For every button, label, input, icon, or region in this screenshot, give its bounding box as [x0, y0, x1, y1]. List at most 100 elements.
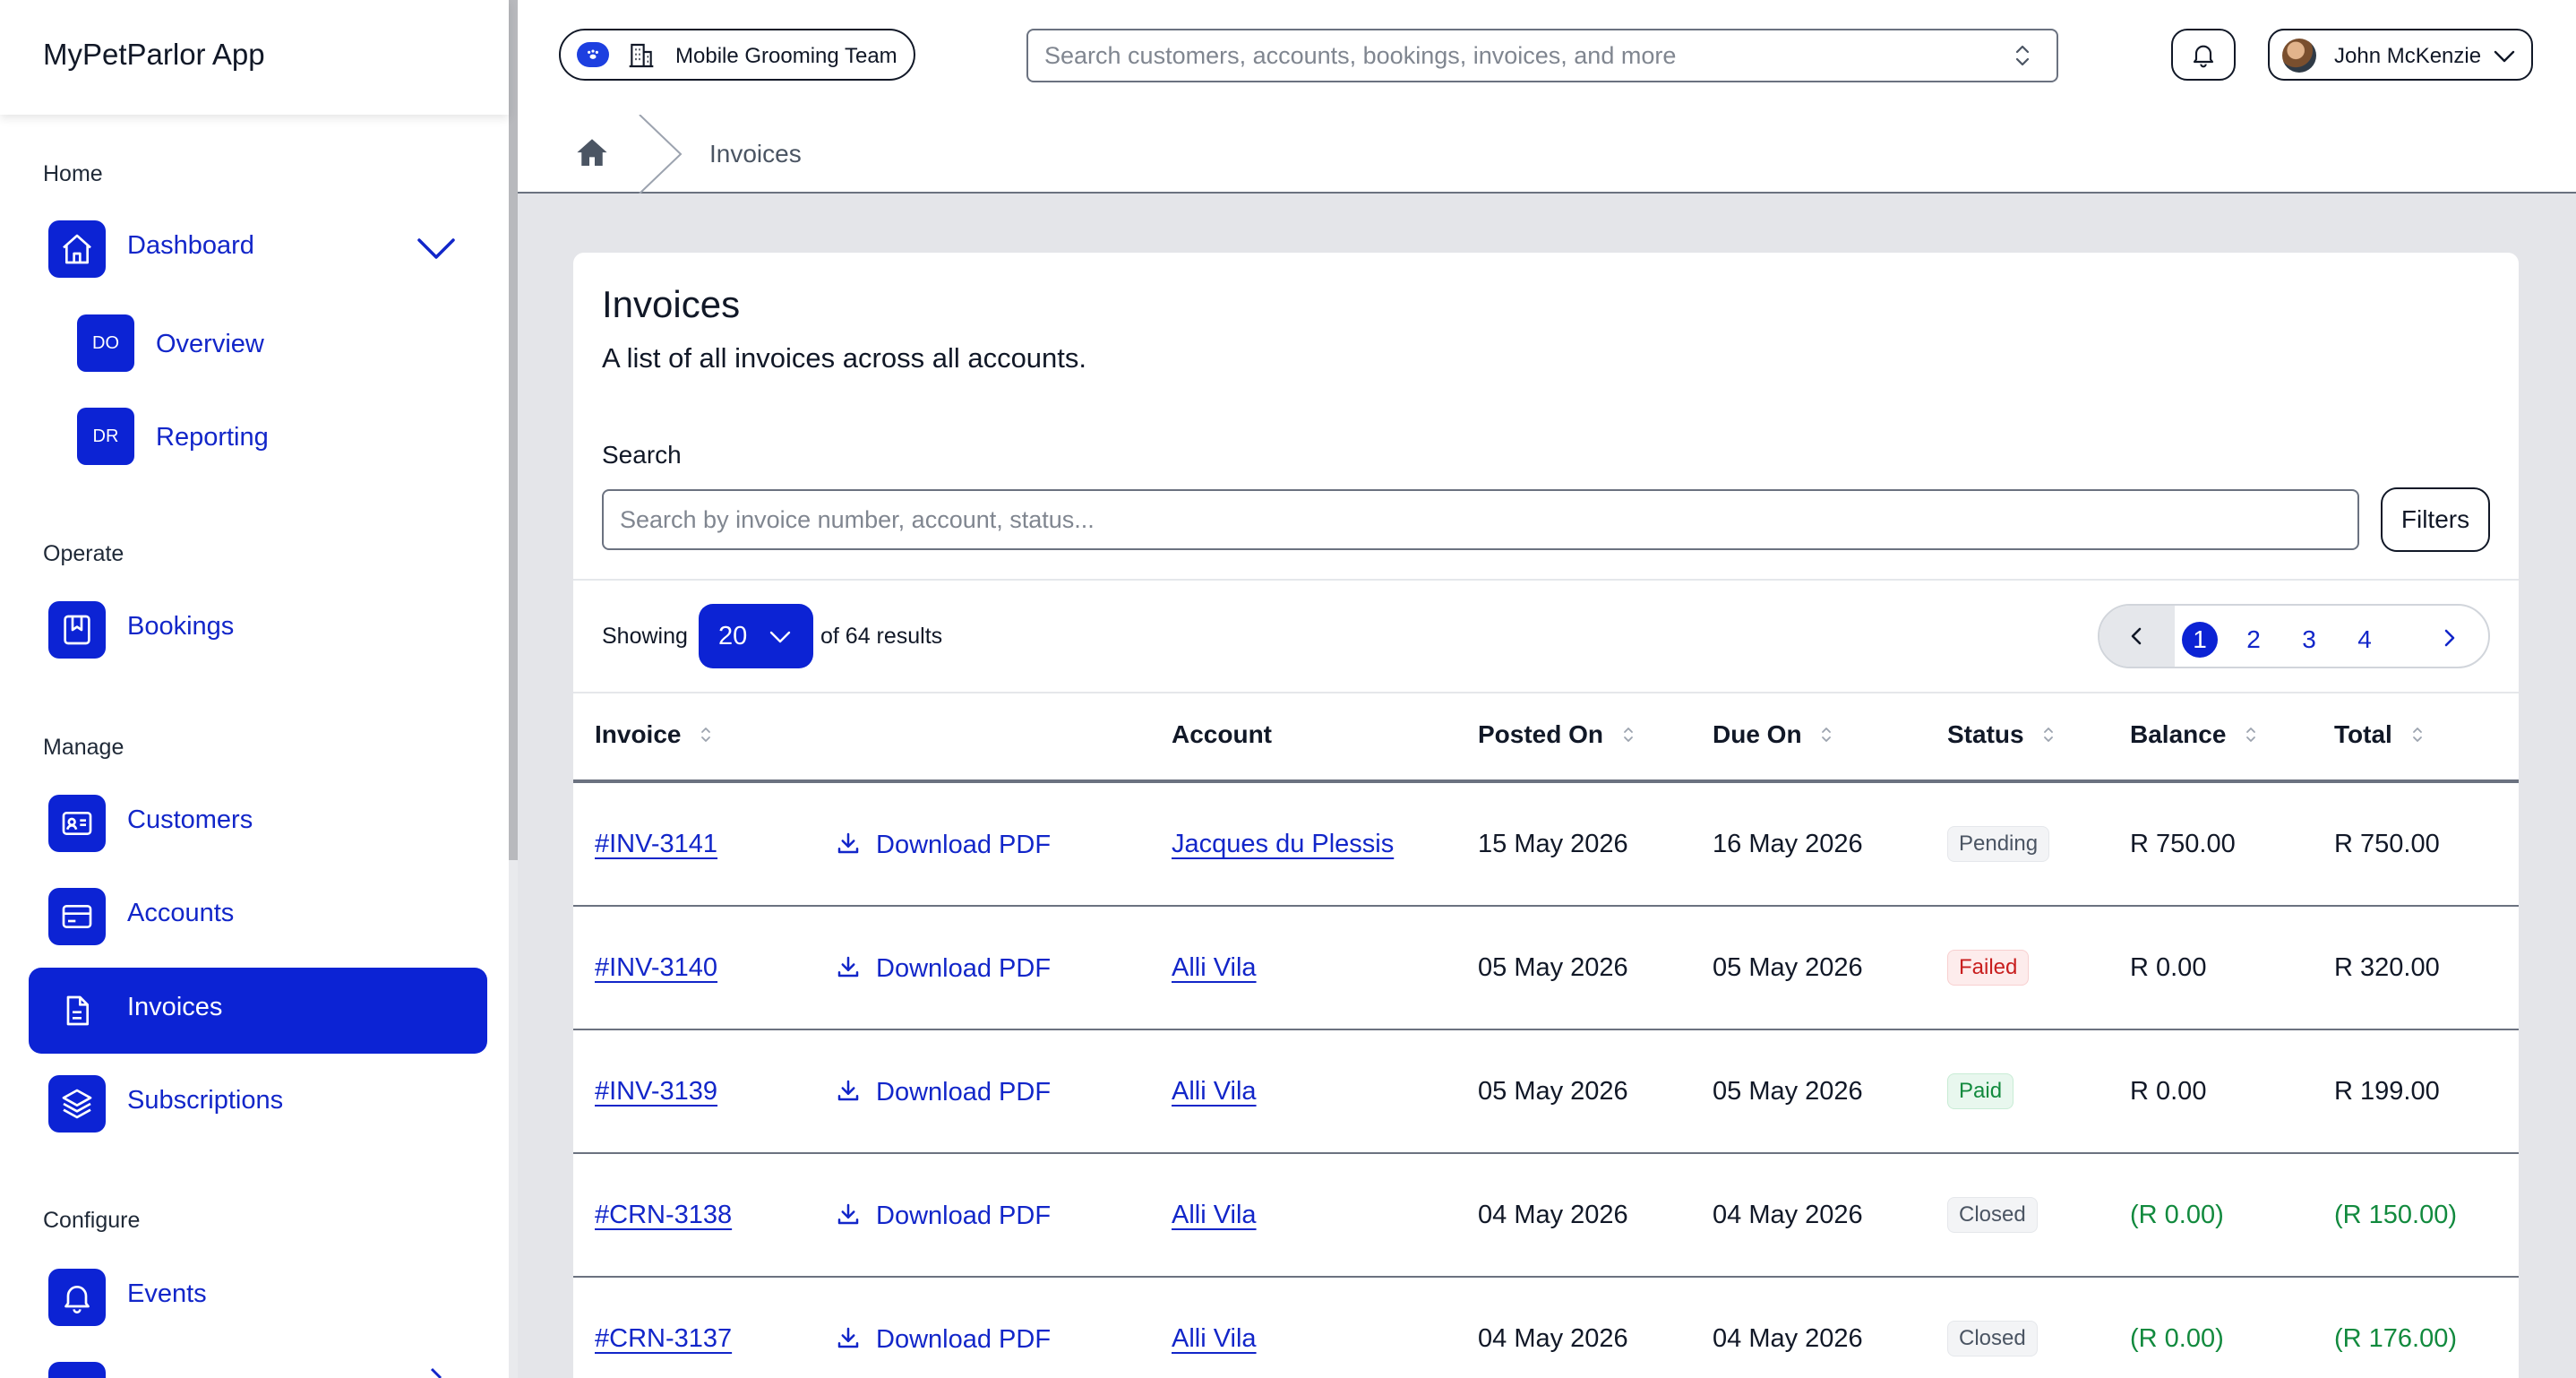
- invoice-number-link[interactable]: #INV-3141: [595, 830, 717, 859]
- status-badge: Closed: [1947, 1321, 2038, 1356]
- download-pdf-label: Download PDF: [876, 1325, 1052, 1354]
- page-title: Invoices: [602, 283, 741, 325]
- column-header-status[interactable]: Status: [1947, 720, 2056, 749]
- posted-on-value: 15 May 2026: [1478, 830, 1628, 858]
- account-link[interactable]: Alli Vila: [1172, 1201, 1257, 1230]
- sidebar-scrollbar-thumb[interactable]: [509, 0, 518, 860]
- section-label-home: Home: [43, 161, 103, 186]
- due-on-value: 04 May 2026: [1713, 1324, 1863, 1353]
- total-value: (R 176.00): [2334, 1324, 2458, 1353]
- table-row: #INV-3140 Download PDF Alli Vila 05 May …: [573, 907, 2519, 1030]
- sort-icon: [701, 728, 711, 742]
- download-icon: [837, 956, 859, 978]
- page-2-button[interactable]: 2: [2236, 622, 2271, 658]
- breadcrumb: Invoices: [518, 115, 2576, 194]
- sidebar-item-partial[interactable]: [29, 1348, 487, 1378]
- home-icon[interactable]: [573, 134, 611, 172]
- download-pdf-link[interactable]: Download PDF: [835, 830, 1051, 860]
- page-3-button[interactable]: 3: [2291, 622, 2327, 658]
- invoices-card: Invoices A list of all invoices across a…: [573, 253, 2519, 1378]
- column-header-due-on[interactable]: Due On: [1713, 720, 1833, 749]
- sidebar-item-bookings[interactable]: Bookings: [29, 587, 487, 673]
- sidebar-subitem-overview[interactable]: DO Overview: [77, 314, 435, 377]
- download-pdf-link[interactable]: Download PDF: [835, 953, 1051, 984]
- balance-value: R 0.00: [2130, 1077, 2207, 1106]
- section-label-operate: Operate: [43, 541, 125, 566]
- sidebar-item-accounts[interactable]: Accounts: [29, 874, 487, 960]
- calendar-icon: [48, 1362, 106, 1378]
- status-badge: Paid: [1947, 1073, 2014, 1109]
- credit-card-icon: [48, 888, 106, 945]
- previous-page-button[interactable]: [2099, 606, 2175, 667]
- column-header-label: Posted On: [1478, 720, 1604, 748]
- invoice-number-link[interactable]: #CRN-3137: [595, 1324, 732, 1354]
- download-icon: [837, 1203, 859, 1225]
- user-menu[interactable]: John McKenzie: [2268, 29, 2533, 81]
- invoice-number-link[interactable]: #CRN-3138: [595, 1201, 732, 1230]
- invoice-search-input[interactable]: [602, 489, 2359, 550]
- sidebar-item-invoices[interactable]: Invoices: [29, 968, 487, 1054]
- sidebar-item-subscriptions[interactable]: Subscriptions: [29, 1061, 487, 1147]
- avatar: [2282, 39, 2316, 73]
- download-icon: [837, 832, 859, 854]
- sidebar-item-dashboard[interactable]: Dashboard: [29, 206, 487, 292]
- sidebar-item-customers[interactable]: Customers: [29, 780, 487, 866]
- column-header-invoice[interactable]: Invoice: [595, 720, 713, 749]
- section-label-manage: Manage: [43, 735, 125, 760]
- updown-chevron-icon: [2015, 45, 2030, 66]
- balance-value: (R 0.00): [2130, 1201, 2224, 1229]
- chevron-down-icon[interactable]: [414, 229, 459, 269]
- column-header-label: Status: [1947, 720, 2024, 748]
- column-header-label: Total: [2334, 720, 2392, 748]
- notifications-button[interactable]: [2171, 29, 2236, 81]
- page-subtitle: A list of all invoices across all accoun…: [602, 342, 1087, 374]
- account-link[interactable]: Alli Vila: [1172, 1077, 1257, 1107]
- page-1-button[interactable]: 1: [2182, 622, 2218, 658]
- invoice-number-link[interactable]: #INV-3139: [595, 1077, 717, 1107]
- column-header-total[interactable]: Total: [2334, 720, 2425, 749]
- status-badge: Pending: [1947, 826, 2050, 862]
- team-name: Mobile Grooming Team: [675, 44, 897, 68]
- download-icon: [837, 1327, 859, 1348]
- account-link[interactable]: Alli Vila: [1172, 953, 1257, 983]
- column-header-posted-on[interactable]: Posted On: [1478, 720, 1636, 749]
- sidebar-subitem-label: Reporting: [156, 423, 269, 452]
- top-bar: Mobile Grooming Team John McKenzie: [518, 0, 2576, 115]
- global-search-input[interactable]: [1026, 29, 2058, 82]
- due-on-value: 05 May 2026: [1713, 1077, 1863, 1106]
- posted-on-value: 05 May 2026: [1478, 953, 1628, 982]
- team-switcher[interactable]: Mobile Grooming Team: [559, 29, 915, 81]
- total-value: R 199.00: [2334, 1077, 2440, 1106]
- filters-button[interactable]: Filters: [2381, 487, 2490, 552]
- page-4-button[interactable]: 4: [2347, 622, 2383, 658]
- column-header-label: Balance: [2130, 720, 2227, 748]
- sidebar-scrollbar-track[interactable]: [509, 860, 518, 1378]
- contact-card-icon: [48, 795, 106, 852]
- sidebar-item-label: Events: [127, 1279, 207, 1308]
- account-link[interactable]: Alli Vila: [1172, 1324, 1257, 1354]
- sidebar-item-events[interactable]: Events: [29, 1254, 487, 1340]
- balance-value: R 0.00: [2130, 953, 2207, 982]
- balance-value: R 750.00: [2130, 830, 2236, 858]
- total-value: R 750.00: [2334, 830, 2440, 858]
- chevron-right-icon: [2444, 629, 2455, 647]
- invoice-number-link[interactable]: #INV-3140: [595, 953, 717, 983]
- column-header-balance[interactable]: Balance: [2130, 720, 2258, 749]
- download-pdf-label: Download PDF: [876, 954, 1052, 983]
- download-pdf-label: Download PDF: [876, 1201, 1052, 1230]
- download-pdf-link[interactable]: Download PDF: [835, 1324, 1051, 1355]
- breadcrumb-separator: [639, 115, 683, 194]
- results-count: of 64 results: [820, 624, 943, 649]
- total-value: (R 150.00): [2334, 1201, 2458, 1229]
- divider: [573, 692, 2519, 693]
- download-pdf-label: Download PDF: [876, 1078, 1052, 1107]
- due-on-value: 04 May 2026: [1713, 1201, 1863, 1229]
- account-link[interactable]: Jacques du Plessis: [1172, 830, 1394, 859]
- download-pdf-link[interactable]: Download PDF: [835, 1201, 1051, 1231]
- page-size-select[interactable]: 20: [699, 604, 813, 668]
- due-on-value: 05 May 2026: [1713, 953, 1863, 982]
- download-pdf-link[interactable]: Download PDF: [835, 1077, 1051, 1107]
- next-page-button[interactable]: [2431, 620, 2467, 656]
- posted-on-value: 04 May 2026: [1478, 1201, 1628, 1229]
- sidebar-subitem-reporting[interactable]: DR Reporting: [77, 408, 435, 470]
